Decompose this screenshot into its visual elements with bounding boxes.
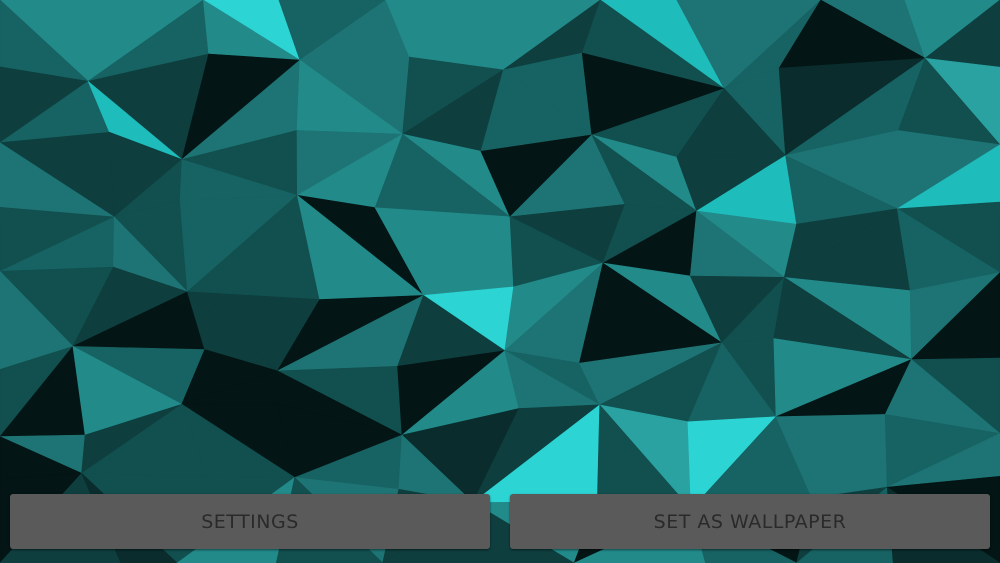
set-as-wallpaper-button-label: SET AS WALLPAPER — [653, 510, 847, 533]
settings-button[interactable]: SETTINGS — [10, 494, 490, 549]
set-as-wallpaper-button[interactable]: SET AS WALLPAPER — [510, 494, 990, 549]
settings-button-label: SETTINGS — [201, 510, 299, 533]
low-poly-wallpaper — [0, 0, 1000, 563]
